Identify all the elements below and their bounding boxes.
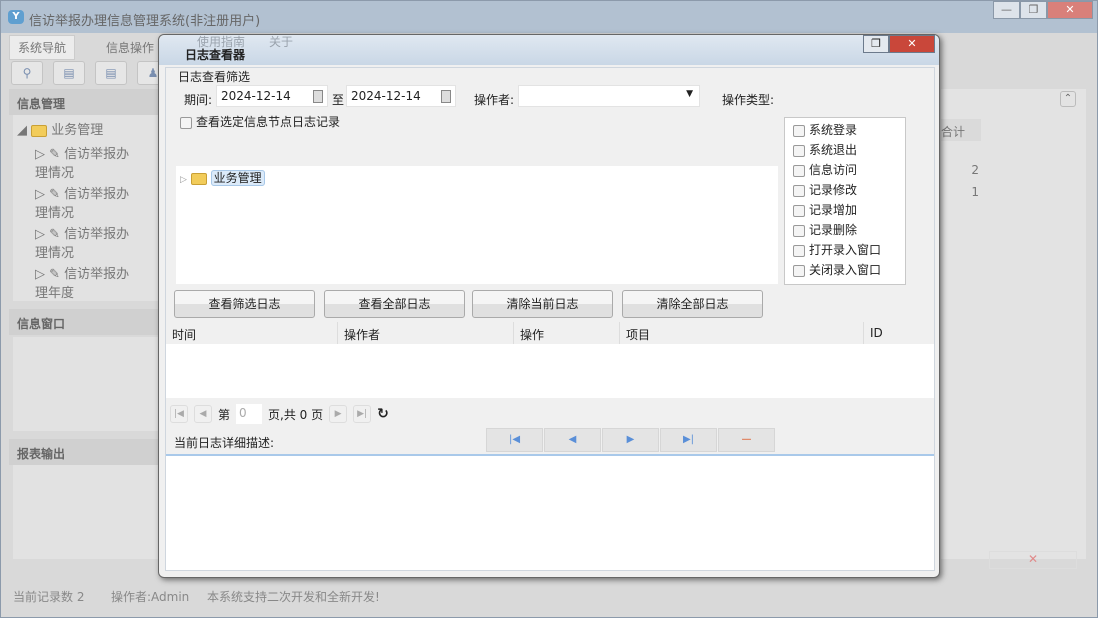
tree-item[interactable]: ▷ ✎ 信访举报办理年度 (13, 262, 161, 302)
record-count: 当前记录数 2 (13, 590, 85, 604)
tab-info-ops[interactable]: 信息操作 (97, 35, 163, 60)
app-logo: Y (8, 10, 24, 24)
dialog-title: 日志查看器 (185, 48, 246, 62)
tree-item[interactable]: ▷ ✎ 信访举报办理情况 (13, 182, 161, 222)
collapse-icon[interactable]: ⌃ (1060, 91, 1076, 107)
folder-icon (31, 124, 48, 137)
restore-button[interactable]: ❐ (1020, 1, 1047, 19)
next-record-icon[interactable]: ▶ (602, 428, 659, 452)
restore-icon[interactable]: ❐ (863, 35, 889, 53)
page-input[interactable]: 0 (236, 404, 263, 424)
type-checkbox[interactable]: 记录增加 (785, 200, 905, 220)
first-page-icon[interactable]: |◀ (170, 405, 188, 423)
detail-textarea[interactable] (166, 454, 934, 570)
title-bar: Y 信访举报办理信息管理系统(非注册用户) — ❐ ✕ (1, 1, 1097, 33)
type-checkbox[interactable]: 打开录入窗口 (785, 240, 905, 260)
type-checkbox[interactable]: 记录修改 (785, 180, 905, 200)
column-header[interactable]: 操作者 (338, 322, 514, 344)
node-log-checkbox[interactable]: 查看选定信息节点日志记录 (180, 113, 340, 130)
prev-page-icon[interactable]: ◀ (194, 405, 212, 423)
tab-about[interactable]: 关于 (268, 35, 294, 50)
search-icon[interactable]: ⚲ (11, 61, 43, 85)
operator-label: 操作者: (474, 93, 515, 107)
refresh-icon[interactable]: ↻ (377, 406, 389, 422)
operator-select[interactable]: ▼ (518, 85, 700, 107)
last-record-icon[interactable]: ▶| (660, 428, 717, 452)
dialog-close-button[interactable]: ✕ (889, 35, 935, 53)
column-header[interactable]: ID (864, 322, 934, 344)
type-label: 操作类型: (722, 93, 775, 107)
filter-title: 日志查看筛选 (178, 70, 251, 84)
pager: |◀ ◀ 第 0 页,共 0 页 ▶ ▶| ↻ (170, 402, 389, 426)
view-filtered-logs-button[interactable]: 查看筛选日志 (174, 290, 315, 318)
column-header[interactable]: 操作 (514, 322, 620, 344)
tab-guide[interactable]: 使用指南 (196, 35, 246, 50)
first-record-icon[interactable]: |◀ (486, 428, 543, 452)
operator-status: 操作者:Admin (111, 590, 190, 604)
chevron-down-icon: ▼ (686, 89, 693, 99)
view-all-logs-button[interactable]: 查看全部日志 (324, 290, 465, 318)
type-checkbox[interactable]: 系统退出 (785, 140, 905, 160)
clear-all-logs-button[interactable]: 清除全部日志 (622, 290, 763, 318)
minimize-button[interactable]: — (993, 1, 1020, 19)
tree-item[interactable]: ▷ ✎ 信访举报办理情况 (13, 142, 161, 182)
column-header[interactable]: 时间 (166, 322, 338, 344)
section-info-management[interactable]: 信息管理 (9, 89, 161, 115)
to-label: 至 (332, 93, 345, 107)
total-cell: 1 (971, 185, 979, 199)
clear-current-log-button[interactable]: 清除当前日志 (472, 290, 613, 318)
detail-label: 当前日志详细描述: (174, 436, 275, 450)
tree-root[interactable]: ◢ 业务管理 (13, 115, 161, 142)
section-report-output[interactable]: 报表输出 (9, 439, 161, 465)
folder-icon (190, 172, 207, 185)
calendar-icon[interactable] (313, 90, 323, 103)
column-header[interactable]: 项目 (620, 322, 864, 344)
total-cell: 2 (971, 163, 979, 177)
prev-record-icon[interactable]: ◀ (544, 428, 601, 452)
log-table[interactable]: 时间 操作者 操作 项目 ID (166, 322, 934, 398)
tree-item[interactable]: ▷ ✎ 信访举报办理情况 (13, 222, 161, 262)
type-checkbox[interactable]: 记录删除 (785, 220, 905, 240)
node-tree[interactable]: ▷ 业务管理 (176, 166, 778, 284)
last-page-icon[interactable]: ▶| (353, 405, 372, 423)
period-label: 期间: (184, 93, 213, 107)
tree-root[interactable]: ▷ 业务管理 (176, 166, 778, 189)
right-panel: ⌃ 合计 2 1 ✕ (941, 89, 1086, 569)
close-button[interactable]: ✕ (1047, 1, 1093, 19)
cancel-icon[interactable]: ✕ (989, 551, 1077, 569)
sidebar-tree: ◢ 业务管理 ▷ ✎ 信访举报办理情况 ▷ ✎ 信访举报办理情况 ▷ ✎ 信访举… (13, 115, 161, 301)
next-page-icon[interactable]: ▶ (329, 405, 348, 423)
document-icon[interactable]: ▤ (95, 61, 127, 85)
column-header-total: 合计 (941, 119, 981, 141)
list-icon[interactable]: ▤ (53, 61, 85, 85)
type-checkbox[interactable]: 信息访问 (785, 160, 905, 180)
calendar-icon[interactable] (441, 90, 451, 103)
type-checkbox[interactable]: 系统登录 (785, 120, 905, 140)
delete-record-icon[interactable]: — (718, 428, 775, 452)
section-info-window[interactable]: 信息窗口 (9, 309, 161, 335)
date-from-field[interactable]: 2024-12-14 (216, 85, 328, 107)
type-checkbox[interactable]: 关闭录入窗口 (785, 260, 905, 280)
date-to-field[interactable]: 2024-12-14 (346, 85, 456, 107)
window-title: 信访举报办理信息管理系统(非注册用户) (29, 14, 261, 29)
status-message: 本系统支持二次开发和全新开发! (207, 590, 380, 604)
operation-type-list[interactable]: 系统登录 系统退出 信息访问 记录修改 记录增加 记录删除 打开录入窗口 关闭录… (784, 117, 906, 285)
log-viewer-dialog: 日志查看器 ❐ ✕ 日志查看筛选 期间: 2024-12-14 至 2024-1… (158, 34, 940, 578)
tab-system-nav[interactable]: 系统导航 (9, 35, 76, 60)
